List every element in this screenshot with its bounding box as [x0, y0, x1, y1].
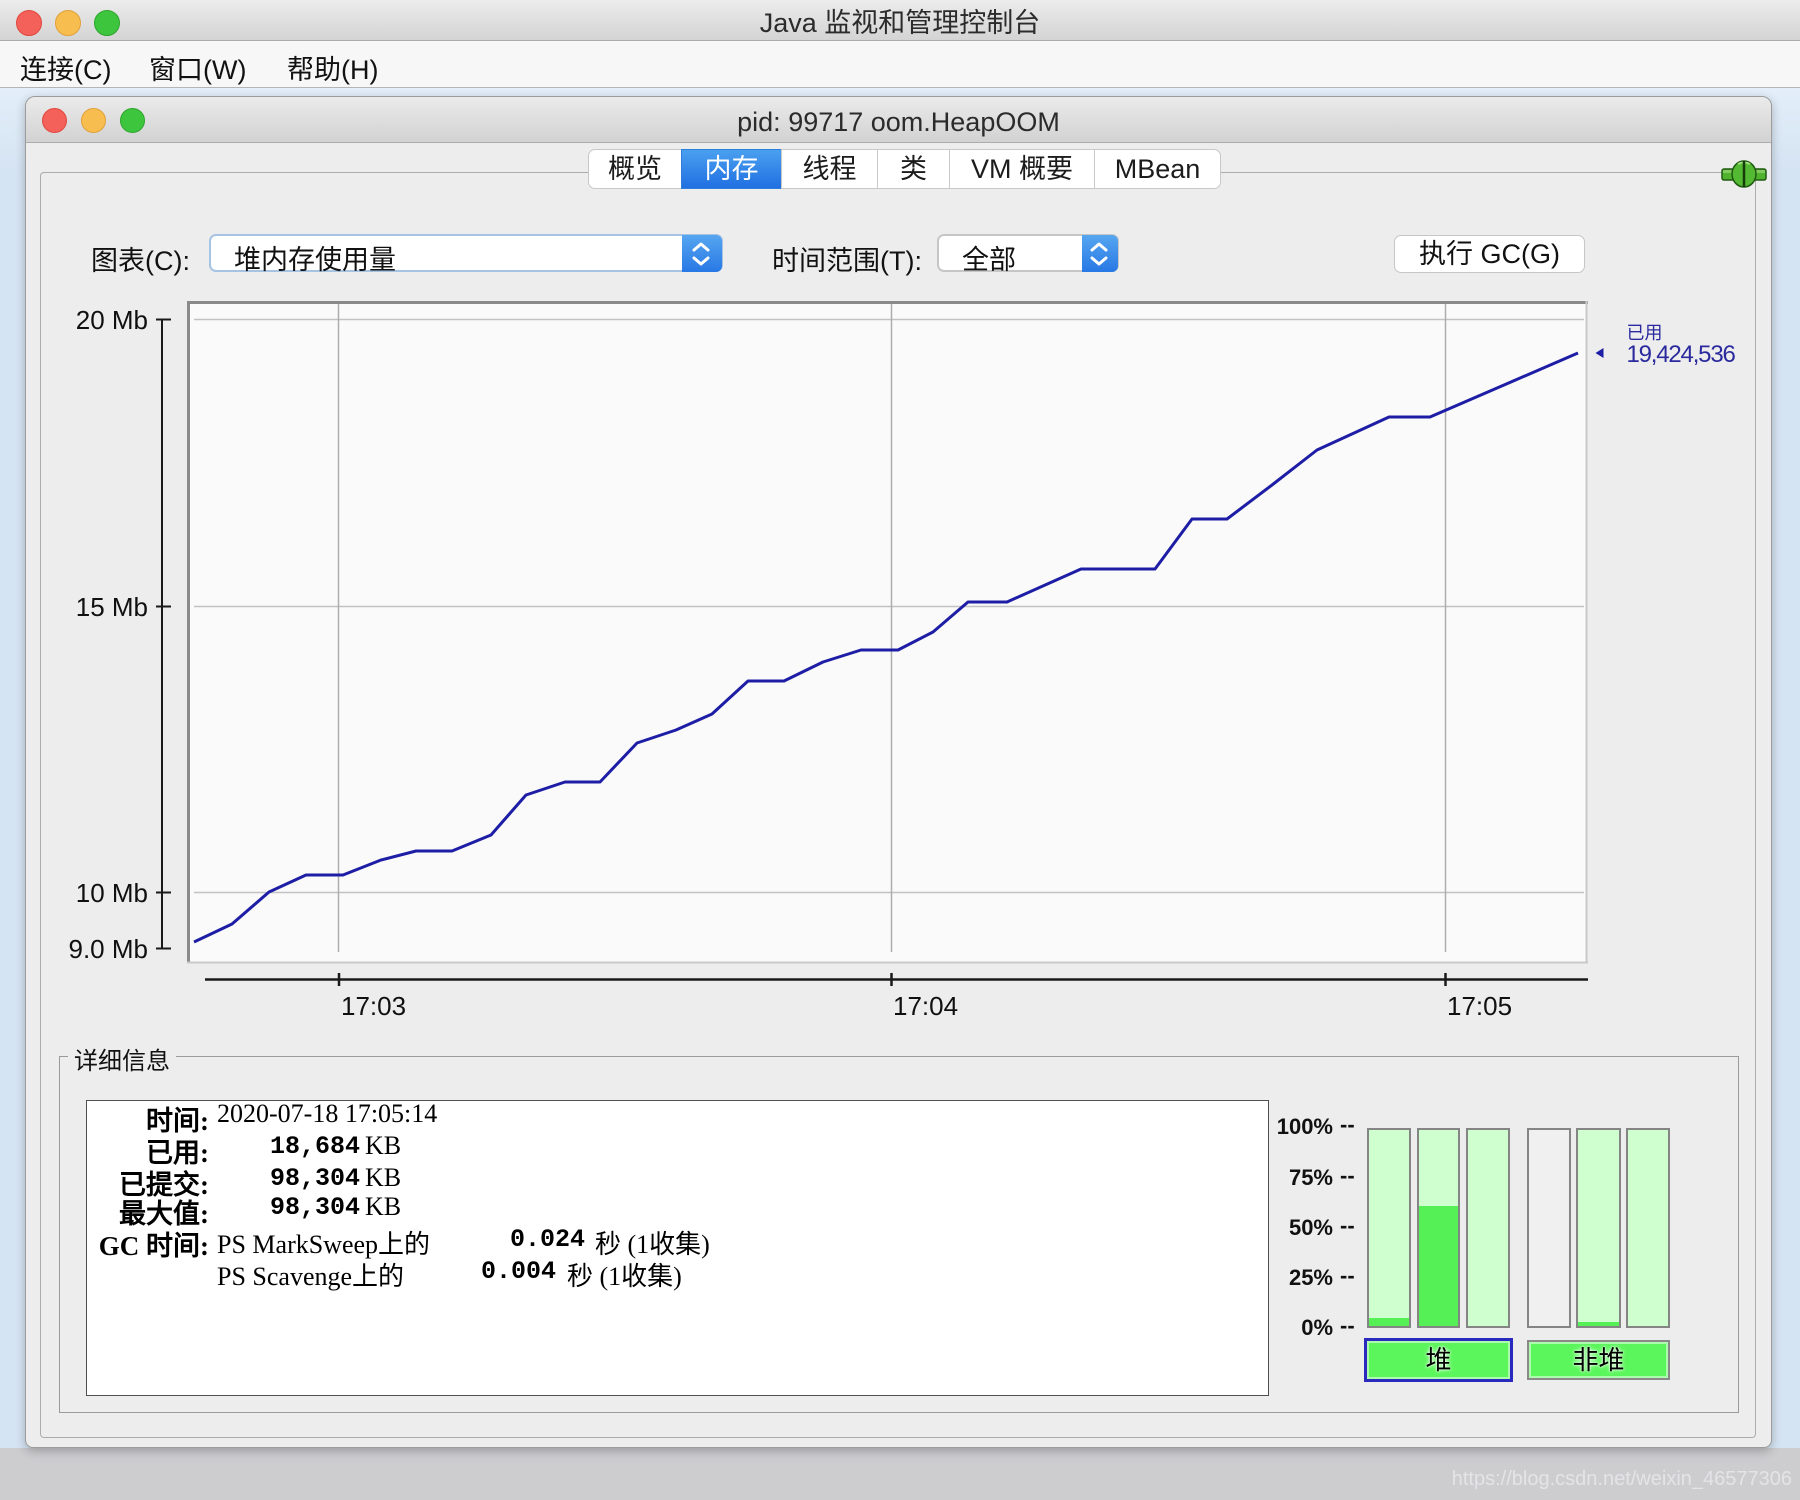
svg-text:17:04: 17:04: [893, 991, 958, 1021]
svg-text:15 Mb: 15 Mb: [76, 592, 148, 622]
svg-text:19,424,536: 19,424,536: [1627, 341, 1736, 368]
svg-text:9.0 Mb: 9.0 Mb: [69, 934, 149, 964]
svg-text:17:03: 17:03: [341, 991, 406, 1021]
svg-text:10 Mb: 10 Mb: [76, 878, 148, 908]
svg-text:17:05: 17:05: [1447, 991, 1512, 1021]
svg-text:20 Mb: 20 Mb: [76, 305, 148, 335]
svg-text:已用: 已用: [1627, 323, 1663, 343]
